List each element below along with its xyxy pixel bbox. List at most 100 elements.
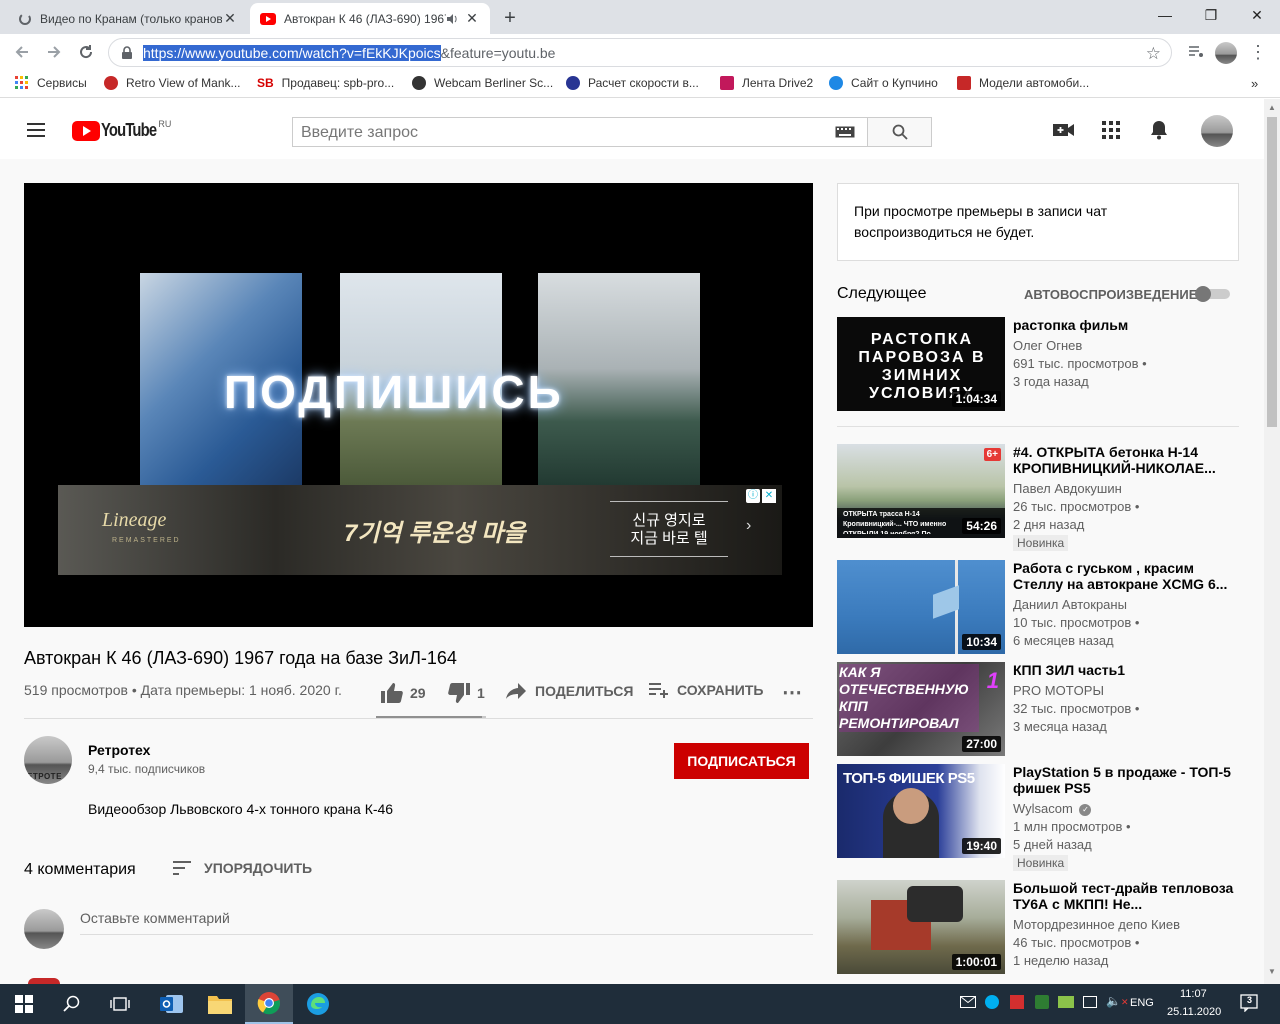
- video-thumbnail[interactable]: ТОП-5 ФИШЕК PS5 19:40: [837, 764, 1005, 858]
- ad-info-icon[interactable]: ⓘ: [746, 489, 760, 503]
- tab-cranes[interactable]: Видео по Кранам (только кранов ✕: [8, 3, 248, 34]
- close-tab-icon[interactable]: ✕: [464, 10, 480, 27]
- suggested-title: PlayStation 5 в продаже - ТОП-5 фишек PS…: [1013, 764, 1231, 796]
- suggested-age: 5 дней назад: [1013, 837, 1092, 852]
- action-center-button[interactable]: 3: [1240, 994, 1260, 1014]
- bookmark-webcam[interactable]: Webcam Berliner Sc...: [412, 76, 553, 90]
- suggested-video[interactable]: ОТКРЫТА трасса Н-14 Кропивницкий-... ЧТО…: [837, 444, 1247, 551]
- suggested-video[interactable]: КАК Я ОТЕЧЕСТВЕННУЮ КПП РЕМОНТИРОВАЛ 1 2…: [837, 662, 1247, 756]
- input-language[interactable]: ENG: [1130, 997, 1154, 1009]
- tray-skype-icon[interactable]: [985, 995, 999, 1009]
- suggested-video[interactable]: ТОП-5 ФИШЕК PS5 19:40 PlayStation 5 в пр…: [837, 764, 1247, 871]
- channel-avatar[interactable]: ЕТРОТЕ: [24, 736, 72, 784]
- ad-banner[interactable]: Lineage REMASTERED 7기억 루운성 마을 신규 영지로 지금 …: [58, 485, 782, 575]
- page-scrollbar[interactable]: ▲ ▼: [1264, 99, 1280, 984]
- suggested-video[interactable]: РАСТОПКА ПАРОВОЗА В ЗИМНИХ УСЛОВИЯХ 1:04…: [837, 317, 1247, 411]
- minimize-button[interactable]: —: [1142, 0, 1188, 30]
- comment-count: 4 комментария: [24, 861, 136, 878]
- dislike-button[interactable]: 1: [447, 682, 485, 704]
- video-thumbnail[interactable]: ОТКРЫТА трасса Н-14 Кропивницкий-... ЧТО…: [837, 444, 1005, 538]
- search-button[interactable]: [867, 117, 932, 147]
- tray-drive-icon[interactable]: [1058, 996, 1074, 1008]
- bookmarks-overflow-icon[interactable]: »: [1251, 76, 1258, 91]
- comment-input[interactable]: Оставьте комментарий: [80, 910, 813, 935]
- bookmark-kupchino[interactable]: Сайт о Купчино: [829, 76, 938, 90]
- channel-name[interactable]: Ретротех: [88, 742, 150, 758]
- suggested-views: 26 тыс. просмотров •: [1013, 499, 1140, 514]
- sort-comments-button[interactable]: УПОРЯДОЧИТЬ: [172, 860, 312, 876]
- reading-list-icon[interactable]: [1184, 41, 1208, 63]
- close-window-button[interactable]: ✕: [1234, 0, 1280, 30]
- youtube-logo[interactable]: YouTube RU: [72, 119, 171, 141]
- create-video-icon[interactable]: [1052, 118, 1076, 142]
- subscriber-count: 9,4 тыс. подписчиков: [88, 762, 206, 776]
- clock-date[interactable]: 25.11.2020: [1167, 1006, 1221, 1018]
- bookmark-apps[interactable]: Сервисы: [15, 76, 87, 90]
- suggested-age: 6 месяцев назад: [1013, 633, 1114, 648]
- suggested-video[interactable]: 10:34 Работа с гуськом , красим Стеллу н…: [837, 560, 1247, 654]
- bookmark-retro-view[interactable]: Retro View of Mank...: [104, 76, 241, 90]
- video-thumbnail[interactable]: 10:34: [837, 560, 1005, 654]
- ad-brand-sub: REMASTERED: [112, 537, 181, 544]
- chevron-right-icon[interactable]: ›: [746, 517, 751, 535]
- address-bar[interactable]: https://www.youtube.com/watch?v=fEkKJKpo…: [108, 38, 1172, 67]
- save-button[interactable]: СОХРАНИТЬ: [648, 682, 763, 698]
- bookmark-drive2[interactable]: Лента Drive2: [720, 76, 813, 90]
- menu-dots-icon[interactable]: ⋮: [1246, 41, 1270, 63]
- tab-video[interactable]: Автокран К 46 (ЛАЗ-690) 1967 г ✕: [250, 3, 490, 34]
- taskbar-chrome[interactable]: [245, 984, 293, 1024]
- start-button[interactable]: [0, 984, 48, 1024]
- video-thumbnail[interactable]: РАСТОПКА ПАРОВОЗА В ЗИМНИХ УСЛОВИЯХ 1:04…: [837, 317, 1005, 411]
- scroll-up-arrow[interactable]: ▲: [1268, 103, 1276, 112]
- clock-time[interactable]: 11:07: [1180, 988, 1207, 1000]
- tray-mail-icon[interactable]: [960, 996, 976, 1008]
- tray-network-icon[interactable]: [1083, 996, 1097, 1008]
- back-button[interactable]: [10, 41, 34, 63]
- scroll-down-arrow[interactable]: ▼: [1268, 967, 1276, 976]
- notifications-bell-icon[interactable]: [1147, 118, 1171, 142]
- hamburger-menu-icon[interactable]: [24, 118, 48, 142]
- account-avatar[interactable]: [1201, 115, 1233, 147]
- ad-cta-button[interactable]: 신규 영지로 지금 바로 텔: [610, 501, 728, 557]
- subscribe-button[interactable]: ПОДПИСАТЬСЯ: [674, 743, 809, 779]
- forward-button[interactable]: [42, 41, 66, 63]
- tab-title: Автокран К 46 (ЛАЗ-690) 1967 г: [284, 11, 446, 26]
- like-button[interactable]: 29: [380, 682, 426, 704]
- new-tab-button[interactable]: +: [500, 7, 520, 30]
- maximize-button[interactable]: ❐: [1188, 0, 1234, 30]
- folder-icon: [208, 996, 232, 1014]
- video-thumbnail[interactable]: 1:00:01: [837, 880, 1005, 974]
- drive2-favicon-icon: [720, 76, 734, 90]
- tray-defender-icon[interactable]: [1035, 995, 1049, 1009]
- tray-volume-muted-icon[interactable]: 🔈✕: [1106, 994, 1129, 1008]
- suggested-views: 10 тыс. просмотров •: [1013, 615, 1140, 630]
- share-button[interactable]: ПОДЕЛИТЬСЯ: [505, 682, 633, 700]
- task-view-button[interactable]: [96, 984, 144, 1024]
- suggested-video[interactable]: 1:00:01 Большой тест-драйв тепловоза ТУ6…: [837, 880, 1247, 974]
- autoplay-toggle[interactable]: [1194, 286, 1230, 302]
- taskbar-edge[interactable]: [294, 984, 342, 1024]
- video-thumbnail[interactable]: КАК Я ОТЕЧЕСТВЕННУЮ КПП РЕМОНТИРОВАЛ 1 2…: [837, 662, 1005, 756]
- youtube-favicon-icon: [260, 12, 276, 25]
- subscribe-overlay-text: ПОДПИШИСЬ: [224, 366, 564, 418]
- profile-avatar[interactable]: [1215, 42, 1237, 64]
- bookmark-speed-calc[interactable]: Расчет скорости в...: [566, 76, 699, 90]
- tray-acrobat-icon[interactable]: [1010, 995, 1024, 1009]
- bookmark-car-models[interactable]: Модели автомоби...: [957, 76, 1089, 90]
- reload-button[interactable]: [74, 41, 98, 63]
- close-tab-icon[interactable]: ✕: [222, 10, 238, 27]
- bookmark-seller[interactable]: SB Продавец: spb-pro...: [257, 76, 394, 90]
- taskbar-explorer[interactable]: [196, 984, 244, 1024]
- audio-playing-icon[interactable]: [446, 13, 458, 25]
- keyboard-icon[interactable]: [835, 126, 855, 138]
- taskbar-search-button[interactable]: [48, 984, 96, 1024]
- apps-icon[interactable]: [1099, 118, 1123, 142]
- scrollbar-thumb[interactable]: [1267, 117, 1277, 427]
- ad-close-icon[interactable]: ✕: [762, 489, 776, 503]
- loading-icon: [18, 12, 32, 26]
- video-player[interactable]: ПОДПИШИСЬ Lineage REMASTERED 7기억 루운성 마을 …: [24, 183, 813, 627]
- more-actions-icon[interactable]: ⋯: [782, 680, 802, 705]
- bookmark-star-icon[interactable]: ☆: [1146, 44, 1161, 64]
- search-input[interactable]: Введите запрос: [292, 117, 868, 147]
- taskbar-outlook[interactable]: [148, 984, 196, 1024]
